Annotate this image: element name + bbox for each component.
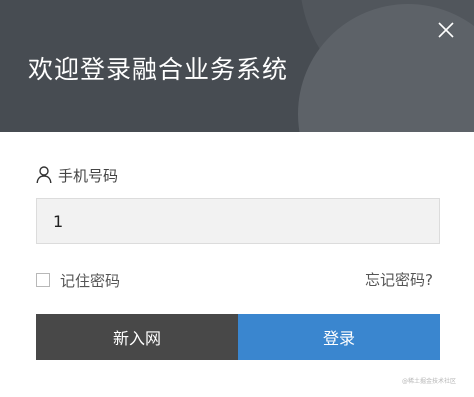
forgot-password-link[interactable]: 忘记密码? [365,270,433,290]
login-button[interactable]: 登录 [238,314,440,360]
dialog-header: 欢迎登录融合业务系统 [0,0,474,132]
close-icon[interactable] [436,20,456,40]
user-icon [36,166,52,184]
remember-label: 记住密码 [60,271,121,290]
phone-label: 手机号码 [58,166,119,185]
remember-password[interactable]: 记住密码 [36,270,120,290]
phone-input[interactable] [36,198,440,244]
watermark: @稀土掘金技术社区 [401,378,456,385]
login-dialog: 欢迎登录融合业务系统 手机号码 记住密码 忘记密码? 新入网 登录 @稀土掘金技… [0,0,474,397]
register-button[interactable]: 新入网 [36,314,238,360]
dialog-title: 欢迎登录融合业务系统 [28,55,289,84]
remember-checkbox[interactable] [36,273,50,287]
phone-label-row: 手机号码 [36,164,118,186]
